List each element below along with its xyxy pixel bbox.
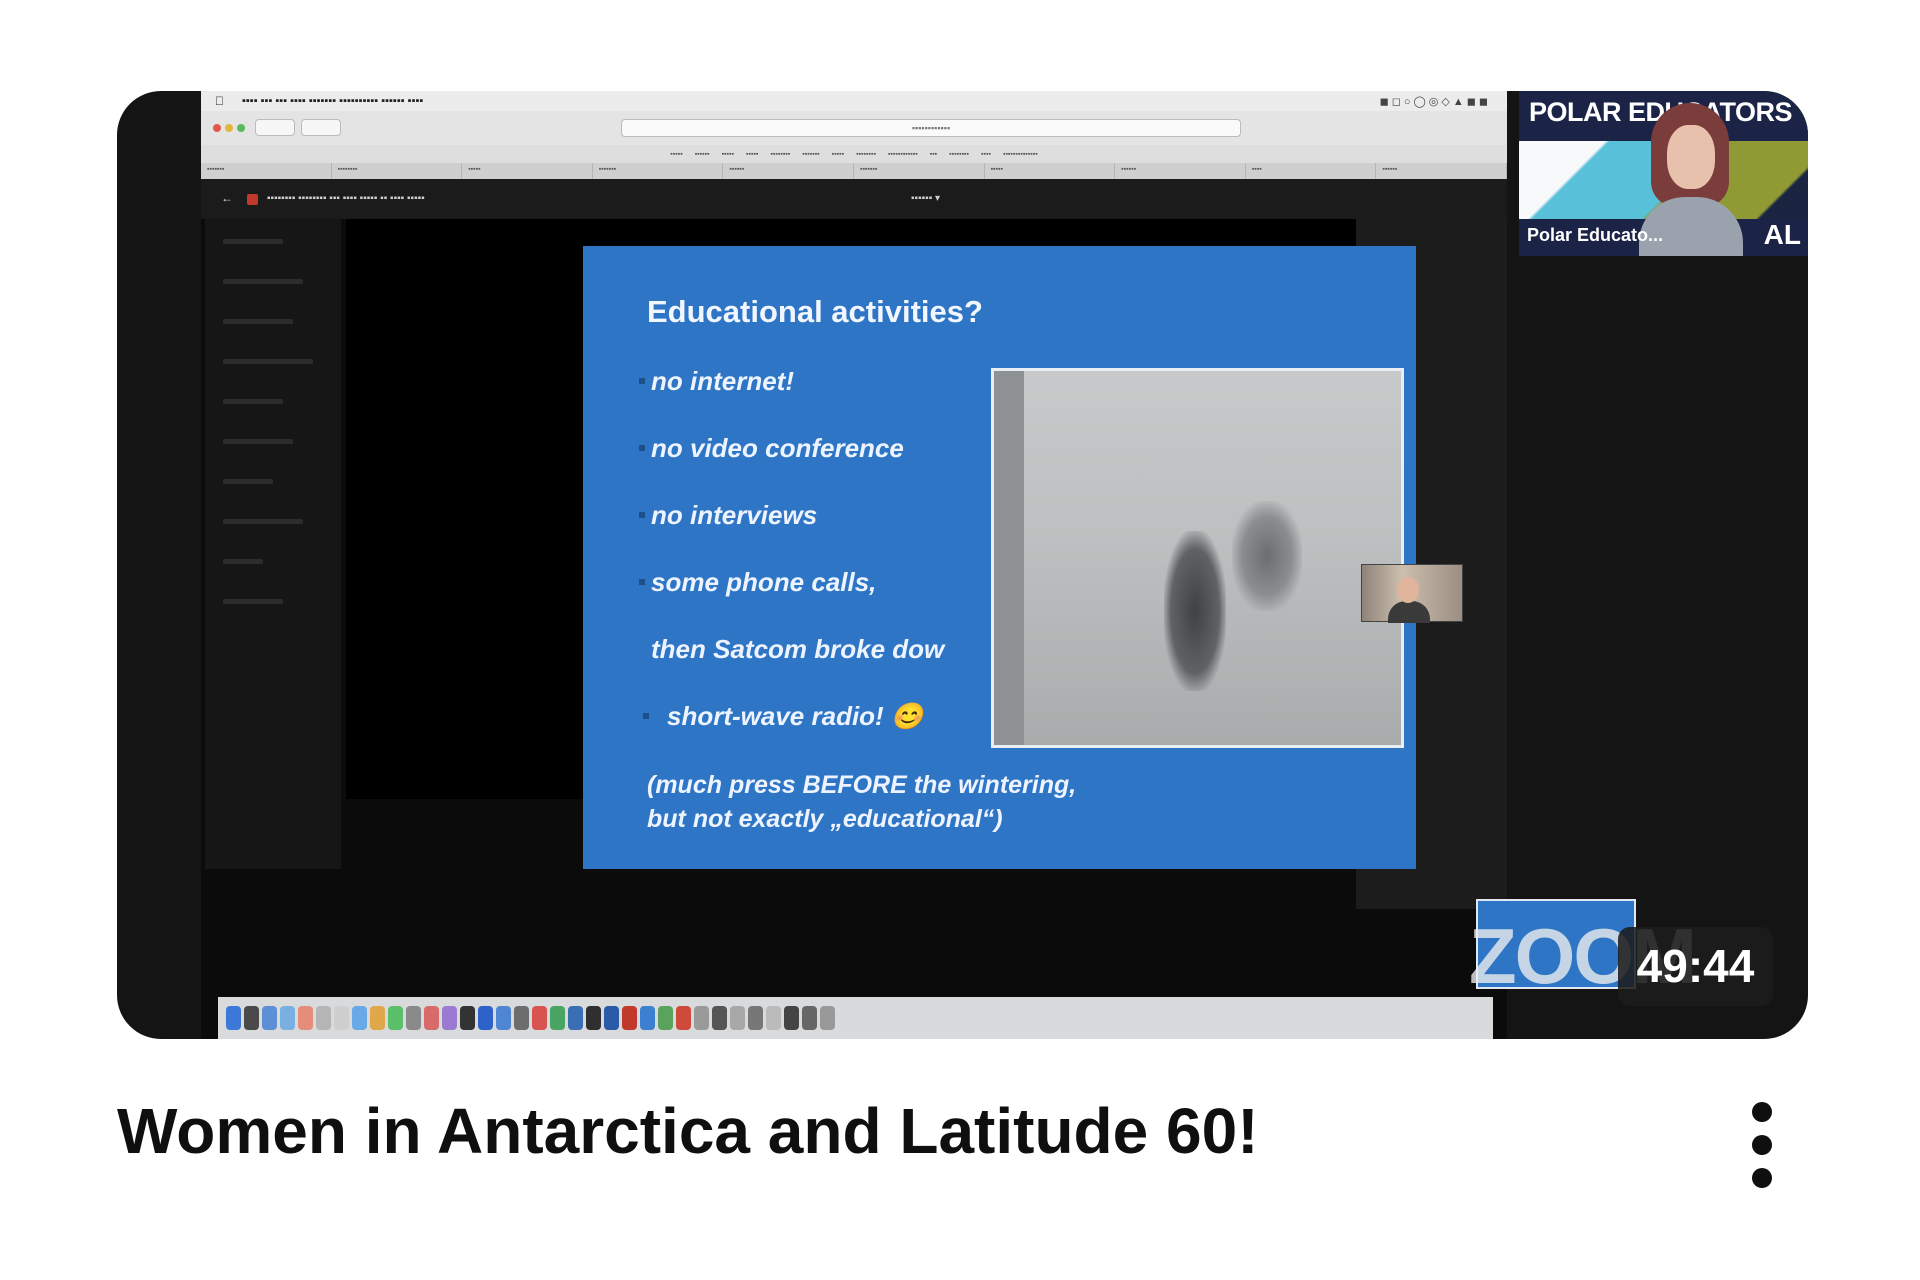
browser-tab[interactable]: ▪▪▪▪▪▪ <box>723 163 854 179</box>
video-title[interactable]: Women in Antarctica and Latitude 60! <box>117 1094 1259 1168</box>
antarctic-photo <box>991 368 1404 748</box>
more-vert-icon[interactable] <box>1742 1102 1782 1188</box>
browser-tab[interactable]: ▪▪▪▪▪▪▪ <box>854 163 985 179</box>
browser-tab[interactable]: ▪▪▪▪ <box>1246 163 1377 179</box>
sidebar-button[interactable] <box>301 119 341 136</box>
back-arrow-icon[interactable]: ← <box>221 191 233 205</box>
address-bar[interactable]: ▪▪▪▪▪▪▪▪▪▪▪▪ <box>621 119 1241 137</box>
browser-tab[interactable]: ▪▪▪▪▪ <box>985 163 1116 179</box>
apple-icon:  <box>215 94 224 108</box>
slide-heading: Educational activities? <box>647 294 983 329</box>
duration-badge: 49:44 <box>1618 927 1773 1006</box>
slide-bullet: no video conference <box>639 433 904 464</box>
mac-menu-bar:  ▪▪▪▪ ▪▪▪ ▪▪▪ ▪▪▪▪ ▪▪▪▪▪▪▪ ▪▪▪▪▪▪▪▪▪▪ ▪… <box>201 91 1507 111</box>
status-icons: ◼◻○◯◎◇▲◼◼ <box>1379 95 1491 108</box>
meeting-title-placeholder: ▪▪▪▪▪▪▪▪ ▪▪▪▪▪▪▪▪ ▪▪▪ ▪▪▪▪ ▪▪▪▪▪ ▪▪ ▪▪▪▪… <box>267 193 425 204</box>
back-forward-buttons[interactable] <box>255 119 295 136</box>
shared-screen:  ▪▪▪▪ ▪▪▪ ▪▪▪ ▪▪▪▪ ▪▪▪▪▪▪▪ ▪▪▪▪▪▪▪▪▪▪ ▪… <box>201 91 1636 1039</box>
slide-bullet: some phone calls, <box>639 567 876 598</box>
slide-bullet: then Satcom broke dow <box>651 634 945 664</box>
slide-bullet: short-wave radio! 😊 <box>643 701 923 732</box>
brand-tail: AL <box>1763 219 1801 250</box>
browser-tabs: ▪▪▪▪▪▪▪ ▪▪▪▪▪▪▪▪ ▪▪▪▪▪ ▪▪▪▪▪▪▪ ▪▪▪▪▪▪ ▪▪… <box>201 163 1507 179</box>
video-thumbnail[interactable]:  ▪▪▪▪ ▪▪▪ ▪▪▪ ▪▪▪▪ ▪▪▪▪▪▪▪ ▪▪▪▪▪▪▪▪▪▪ ▪… <box>117 91 1808 1039</box>
menu-placeholder: ▪▪▪▪ ▪▪▪ ▪▪▪ ▪▪▪▪ ▪▪▪▪▪▪▪ ▪▪▪▪▪▪▪▪▪▪ ▪▪▪… <box>233 95 423 107</box>
slide-bullet: no interviews <box>639 500 817 531</box>
browser-tab[interactable]: ▪▪▪▪▪▪▪▪ <box>332 163 463 179</box>
view-selector[interactable]: ▪▪▪▪▪▪ ▾ <box>911 193 940 204</box>
browser-tab[interactable]: ▪▪▪▪▪ <box>462 163 593 179</box>
recording-icon <box>247 194 258 205</box>
browser-tab[interactable]: ▪▪▪▪▪▪ <box>1115 163 1246 179</box>
minimize-window-icon <box>225 124 233 132</box>
close-window-icon <box>213 124 221 132</box>
file-sidebar <box>205 219 341 869</box>
browser-tab[interactable]: ▪▪▪▪▪▪▪ <box>201 163 332 179</box>
browser-tab[interactable]: ▪▪▪▪▪▪▪ <box>593 163 724 179</box>
slide-note: (much press BEFORE the wintering, but no… <box>647 771 1077 833</box>
presenter-webcam[interactable]: POLAR EDUCATORS Polar Educato... AL <box>1519 91 1808 256</box>
presentation-slide: Educational activities? no internet! no … <box>583 246 1416 869</box>
participant-name: Polar Educato... <box>1527 225 1664 245</box>
meeting-header: ← ▪▪▪▪▪▪▪▪ ▪▪▪▪▪▪▪▪ ▪▪▪ ▪▪▪▪ ▪▪▪▪▪ ▪▪ ▪▪… <box>201 179 1507 219</box>
slide-bullet: no internet! <box>639 366 794 397</box>
mac-dock <box>218 997 1493 1039</box>
favorites-bar: ▪▪▪▪▪ ▪▪▪▪▪▪ ▪▪▪▪▪ ▪▪▪▪▪ ▪▪▪▪▪▪▪▪ ▪▪▪▪▪▪▪ ▪▪▪… <box>201 145 1507 163</box>
browser-toolbar: ▪▪▪▪▪▪▪▪▪▪▪▪ <box>201 111 1507 146</box>
participant-video[interactable] <box>1361 564 1463 623</box>
zoom-window-icon <box>237 124 245 132</box>
browser-tab[interactable]: ▪▪▪▪▪▪ <box>1376 163 1507 179</box>
